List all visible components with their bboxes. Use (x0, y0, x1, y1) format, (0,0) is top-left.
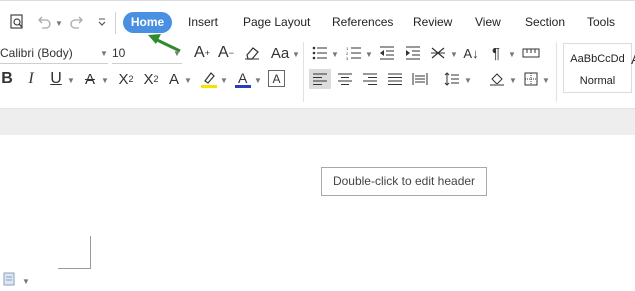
tab-view[interactable]: View (475, 12, 501, 33)
superscript-icon[interactable]: X2 (115, 68, 137, 90)
line-spacing-icon[interactable] (442, 69, 462, 89)
increase-indent-icon[interactable] (404, 44, 422, 62)
highlight-dropdown-icon[interactable]: ▼ (220, 76, 228, 85)
shading-icon[interactable] (487, 69, 507, 89)
bullets-icon[interactable] (311, 44, 329, 62)
top-border (0, 0, 635, 1)
font-size-dropdown-icon[interactable]: ▼ (173, 49, 181, 58)
highlight-icon[interactable] (200, 68, 218, 90)
group-separator (556, 42, 557, 102)
numbering-dropdown-icon[interactable]: ▼ (365, 50, 373, 59)
underline-icon[interactable]: U (48, 68, 64, 90)
font-size-select[interactable]: 10 (112, 44, 182, 64)
italic-icon[interactable]: I (24, 68, 38, 90)
change-case-dropdown-icon[interactable]: ▼ (292, 50, 300, 59)
style-normal[interactable]: AaBbCcDd Normal (563, 43, 632, 93)
character-shading-icon[interactable]: A (268, 70, 285, 87)
tab-insert[interactable]: Insert (188, 12, 218, 33)
font-color-icon[interactable]: A (234, 68, 252, 90)
undo-icon[interactable] (34, 11, 54, 33)
ruler-icon[interactable] (521, 44, 541, 62)
next-style-preview[interactable]: A (631, 52, 635, 66)
show-marks-dropdown-icon[interactable]: ▼ (508, 50, 516, 59)
print-preview-icon[interactable] (7, 11, 27, 33)
style-sample-text: AaBbCcDd (570, 53, 625, 65)
show-marks-icon[interactable]: ¶ (489, 44, 503, 62)
svg-text:A: A (238, 70, 248, 86)
strikethrough-dropdown-icon[interactable]: ▼ (101, 76, 109, 85)
toolbar-separator (115, 12, 116, 34)
align-left-icon[interactable] (309, 69, 331, 89)
group-separator (303, 42, 304, 102)
line-spacing-dropdown-icon[interactable]: ▼ (464, 76, 472, 85)
document-page[interactable] (0, 135, 635, 291)
ribbon: ▼ Home Insert Page Layout References Rev… (0, 0, 635, 108)
grow-font-icon[interactable]: A + (192, 42, 212, 64)
underline-dropdown-icon[interactable]: ▼ (67, 76, 75, 85)
ribbon-document-gap (0, 108, 635, 136)
paste-options-dropdown-icon[interactable]: ▼ (22, 277, 30, 286)
clear-formatting-icon[interactable] (242, 43, 262, 63)
undo-dropdown-icon[interactable]: ▼ (55, 19, 63, 28)
justify-icon[interactable] (385, 69, 405, 89)
shrink-font-icon[interactable]: A − (216, 42, 236, 64)
distributed-icon[interactable] (410, 69, 430, 89)
numbering-icon[interactable]: 123 (345, 44, 363, 62)
svg-text:3: 3 (346, 56, 349, 60)
text-effect-icon[interactable]: A (166, 68, 182, 90)
change-case-icon[interactable]: Aa (267, 42, 293, 64)
strikethrough-icon[interactable]: A (82, 68, 98, 90)
align-center-icon[interactable] (335, 69, 355, 89)
sort-icon[interactable]: A↓ (462, 44, 480, 62)
subscript-icon[interactable]: X2 (140, 68, 162, 90)
bullets-dropdown-icon[interactable]: ▼ (331, 50, 339, 59)
header-hint[interactable]: Double-click to edit header (321, 167, 487, 196)
shading-dropdown-icon[interactable]: ▼ (509, 76, 517, 85)
tab-section[interactable]: Section (525, 12, 565, 33)
decrease-indent-icon[interactable] (378, 44, 396, 62)
tab-page-layout[interactable]: Page Layout (243, 12, 310, 33)
tab-review[interactable]: Review (413, 12, 452, 33)
borders-icon[interactable] (521, 69, 541, 89)
font-color-dropdown-icon[interactable]: ▼ (254, 76, 262, 85)
text-effect-dropdown-icon[interactable]: ▼ (184, 76, 192, 85)
borders-dropdown-icon[interactable]: ▼ (542, 76, 550, 85)
font-name-select[interactable]: Calibri (Body) (0, 44, 108, 64)
bold-icon[interactable]: B (0, 68, 14, 90)
asian-layout-dropdown-icon[interactable]: ▼ (450, 50, 458, 59)
style-name-label: Normal (579, 75, 616, 87)
tab-references[interactable]: References (332, 12, 393, 33)
align-right-icon[interactable] (360, 69, 380, 89)
asian-layout-icon[interactable] (429, 44, 447, 62)
tab-tools[interactable]: Tools (587, 12, 615, 33)
margin-corner-mark (58, 268, 91, 269)
paste-options-icon[interactable] (2, 271, 16, 287)
font-name-dropdown-icon[interactable]: ▼ (100, 49, 108, 58)
margin-corner-mark (90, 236, 91, 269)
customize-icon[interactable] (94, 11, 110, 33)
redo-icon[interactable] (67, 11, 87, 33)
